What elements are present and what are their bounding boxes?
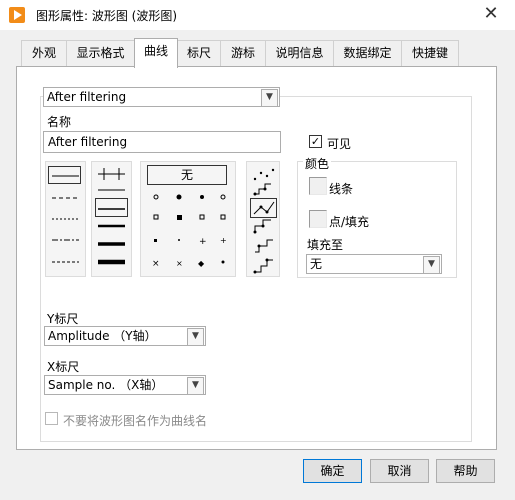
tab-documentation[interactable]: 说明信息 [265, 40, 334, 66]
svg-text:×: × [152, 259, 160, 269]
chevron-down-icon[interactable]: ▼ [261, 89, 278, 106]
y-scale-select[interactable]: Amplitude （Y轴） ▼ [44, 326, 206, 346]
cancel-button[interactable]: 取消 [370, 459, 429, 483]
interpolation-selector[interactable] [246, 161, 280, 277]
color-group-label: 颜色 [303, 155, 332, 172]
line-color-swatch[interactable] [309, 177, 327, 195]
svg-text:×: × [176, 259, 183, 268]
tab-scales[interactable]: 标尺 [177, 40, 221, 66]
fill-color-swatch[interactable] [309, 210, 327, 228]
chevron-down-icon[interactable]: ▼ [423, 256, 440, 273]
line-color-label: 线条 [329, 182, 354, 196]
tab-cursors[interactable]: 游标 [220, 40, 266, 66]
line-width-selector[interactable] [91, 161, 132, 277]
line-style-selected [48, 166, 81, 184]
close-icon[interactable]: ✕ [480, 3, 502, 25]
plot-select[interactable]: After filtering ▼ [43, 87, 280, 107]
tab-appearance[interactable]: 外观 [21, 40, 67, 66]
y-scale-value: Amplitude （Y轴） [48, 329, 157, 343]
tab-data-binding[interactable]: 数据绑定 [333, 40, 402, 66]
help-button[interactable]: 帮助 [436, 459, 495, 483]
svg-text:+: + [199, 237, 207, 247]
ok-button[interactable]: 确定 [303, 459, 362, 483]
visible-label: 可见 [327, 137, 352, 151]
y-scale-label: Y标尺 [47, 312, 79, 326]
name-field[interactable]: After filtering [43, 131, 281, 153]
no-waveform-name-label: 不要将波形图名作为曲线名 [63, 414, 208, 428]
tab-plots[interactable]: 曲线 [134, 38, 178, 68]
app-icon [9, 7, 25, 23]
tab-display-format[interactable]: 显示格式 [66, 40, 135, 66]
fill-color-label: 点/填充 [329, 215, 370, 229]
fill-to-value: 无 [310, 257, 323, 271]
svg-text:◆: ◆ [198, 259, 205, 268]
name-label: 名称 [47, 115, 72, 129]
x-scale-select[interactable]: Sample no. （X轴） ▼ [44, 375, 206, 395]
fill-to-label: 填充至 [307, 238, 344, 252]
plot-select-value: After filtering [47, 90, 127, 104]
chevron-down-icon[interactable]: ▼ [187, 328, 204, 345]
visible-checkbox[interactable]: ✓ [309, 135, 322, 148]
fill-to-select[interactable]: 无 ▼ [306, 254, 442, 274]
point-style-none[interactable]: 无 [147, 165, 227, 185]
tab-key-navigation[interactable]: 快捷键 [401, 40, 459, 66]
line-width-selected [95, 198, 128, 217]
chevron-down-icon[interactable]: ▼ [187, 377, 204, 394]
window-title: 图形属性: 波形图 (波形图) [36, 9, 178, 23]
interpolation-selected [250, 198, 277, 218]
no-waveform-name-checkbox[interactable] [45, 412, 58, 425]
svg-text:+: + [220, 236, 227, 245]
x-scale-value: Sample no. （X轴） [48, 378, 164, 392]
x-scale-label: X标尺 [47, 360, 80, 374]
